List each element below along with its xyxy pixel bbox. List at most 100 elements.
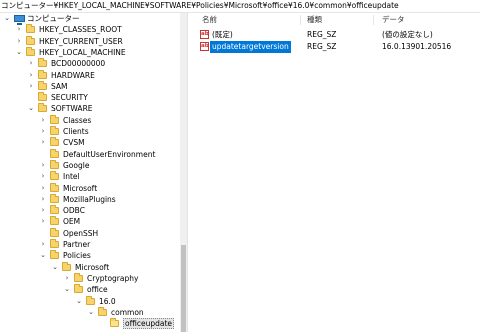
chevron-down-icon[interactable]: ⌄ bbox=[51, 262, 59, 273]
tree-node-label: 16.0 bbox=[99, 296, 116, 306]
folder-icon bbox=[50, 250, 59, 260]
chevron-right-icon[interactable]: › bbox=[39, 137, 47, 148]
tree-node[interactable]: ⌄ common bbox=[0, 306, 180, 318]
tree-node-label: HKEY_CURRENT_USER bbox=[39, 36, 123, 46]
chevron-down-icon[interactable]: ⌄ bbox=[87, 307, 95, 318]
chevron-right-icon[interactable]: › bbox=[27, 81, 35, 92]
pane-splitter[interactable] bbox=[187, 13, 197, 332]
address-path: コンピューター¥HKEY_LOCAL_MACHINE¥SOFTWARE¥Poli… bbox=[1, 1, 399, 10]
tree-node[interactable]: › CVSM bbox=[0, 137, 180, 148]
chevron-right-icon[interactable]: › bbox=[39, 183, 47, 194]
tree-node[interactable]: › Classes bbox=[0, 114, 180, 126]
tree-node[interactable]: › Intel bbox=[0, 171, 180, 182]
tree-node[interactable]: › HARDWARE bbox=[0, 69, 180, 81]
chevron-right-icon[interactable]: › bbox=[27, 70, 35, 81]
chevron-down-icon[interactable]: ⌄ bbox=[3, 13, 11, 24]
chevron-right-icon[interactable]: › bbox=[39, 126, 47, 137]
chevron-right-icon[interactable]: › bbox=[39, 194, 47, 205]
tree-node[interactable]: › Partner bbox=[0, 239, 180, 250]
address-bar[interactable]: コンピューター¥HKEY_LOCAL_MACHINE¥SOFTWARE¥Poli… bbox=[0, 0, 480, 13]
tree-node-label: officeupdate bbox=[123, 318, 175, 330]
string-value-icon: ab bbox=[200, 42, 209, 51]
chevron-right-icon[interactable]: › bbox=[63, 273, 71, 284]
registry-tree[interactable]: ⌄ コンピューター › HKEY_CLASSES_ROOT › HKEY_CURRENT_… bbox=[0, 13, 186, 332]
chevron-right-icon[interactable]: › bbox=[15, 36, 23, 47]
tree-node[interactable]: › SAM bbox=[0, 80, 180, 92]
tree-node[interactable]: ⌄ 16.0 bbox=[0, 295, 180, 307]
chevron-right-icon[interactable]: › bbox=[39, 115, 47, 126]
folder-icon bbox=[50, 137, 59, 147]
tree-node-label: Microsoft bbox=[63, 183, 98, 193]
folder-icon bbox=[50, 148, 59, 158]
tree-node[interactable]: › HKEY_CLASSES_ROOT bbox=[0, 24, 180, 35]
tree-node-label: HARDWARE bbox=[51, 70, 95, 80]
folder-icon bbox=[74, 272, 83, 282]
folder-icon bbox=[26, 24, 35, 34]
tree-node[interactable]: › Google bbox=[0, 159, 180, 171]
chevron-down-icon[interactable]: ⌄ bbox=[75, 296, 83, 307]
tree-node[interactable]: DefaultUserEnvironment bbox=[0, 148, 180, 160]
tree-node[interactable]: OpenSSH bbox=[0, 227, 180, 239]
tree-node-label: SOFTWARE bbox=[51, 104, 93, 114]
tree-node[interactable]: ⌄ コンピューター bbox=[0, 13, 180, 25]
chevron-right-icon[interactable]: › bbox=[15, 24, 23, 35]
tree-node[interactable]: › ODBC bbox=[0, 205, 180, 216]
column-header-name[interactable]: 名前 bbox=[202, 13, 217, 27]
tree-node[interactable]: ⌄ SOFTWARE bbox=[0, 103, 180, 114]
tree-node-label: MozillaPlugins bbox=[63, 194, 116, 204]
tree-node[interactable]: › BCD00000000 bbox=[0, 58, 180, 69]
tree-node-label: Classes bbox=[63, 115, 92, 125]
tree-node-label: Intel bbox=[63, 172, 80, 182]
value-row[interactable]: ab updatetargetversion REG_SZ 16.0.13901… bbox=[197, 41, 480, 53]
tree-node-label: CVSM bbox=[63, 138, 85, 148]
chevron-right-icon[interactable]: › bbox=[39, 205, 47, 216]
tree-node-label: OEM bbox=[63, 217, 81, 227]
chevron-right-icon[interactable]: › bbox=[27, 58, 35, 69]
chevron-right-icon[interactable]: › bbox=[39, 239, 47, 250]
folder-icon bbox=[26, 35, 35, 45]
folder-icon bbox=[26, 46, 35, 56]
tree-node[interactable]: › OEM bbox=[0, 216, 180, 227]
scrollbar-thumb[interactable] bbox=[181, 245, 186, 332]
tree-node[interactable]: ⌄ Policies bbox=[0, 250, 180, 261]
computer-icon bbox=[14, 15, 25, 25]
value-name: (既定) bbox=[212, 30, 233, 39]
tree-node-label: Cryptography bbox=[87, 273, 139, 283]
chevron-right-icon[interactable]: › bbox=[39, 160, 47, 171]
column-header-type[interactable]: 種類 bbox=[307, 13, 322, 27]
tree-node-label: BCD00000000 bbox=[51, 59, 106, 69]
column-header-data[interactable]: データ bbox=[382, 13, 405, 27]
values-list[interactable]: 名前 種類 データ ab (既定) REG_SZ (値の設定なし) ab upd… bbox=[197, 13, 480, 332]
tree-node[interactable]: › Cryptography bbox=[0, 272, 180, 284]
tree-node[interactable]: › Clients bbox=[0, 126, 180, 137]
folder-icon bbox=[38, 80, 47, 90]
chevron-down-icon[interactable]: ⌄ bbox=[63, 284, 71, 295]
value-type: REG_SZ bbox=[307, 42, 337, 51]
tree-node[interactable]: ⌄ office bbox=[0, 284, 180, 295]
column-divider[interactable] bbox=[300, 15, 301, 25]
tree-node[interactable]: › HKEY_CURRENT_USER bbox=[0, 35, 180, 47]
tree-node-label: common bbox=[111, 307, 144, 317]
chevron-down-icon[interactable]: ⌄ bbox=[39, 250, 47, 261]
chevron-right-icon[interactable]: › bbox=[39, 171, 47, 182]
value-name: updatetargetversion bbox=[210, 41, 291, 53]
value-row[interactable]: ab (既定) REG_SZ (値の設定なし) bbox=[197, 29, 480, 41]
tree-node-label: Policies bbox=[63, 251, 91, 261]
tree-node[interactable]: › MozillaPlugins bbox=[0, 193, 180, 205]
tree-node[interactable]: ⌄ Microsoft bbox=[0, 261, 180, 273]
tree-node[interactable]: › Microsoft bbox=[0, 182, 180, 194]
value-data: (値の設定なし) bbox=[382, 30, 433, 39]
string-value-icon: ab bbox=[200, 30, 209, 39]
tree-node-label: HKEY_CLASSES_ROOT bbox=[39, 25, 122, 35]
folder-icon bbox=[50, 205, 59, 215]
chevron-down-icon[interactable]: ⌄ bbox=[15, 47, 23, 58]
tree-node-label: office bbox=[87, 285, 108, 295]
column-divider[interactable] bbox=[373, 15, 374, 25]
tree-node[interactable]: ⌄ HKEY_LOCAL_MACHINE bbox=[0, 46, 180, 58]
tree-vertical-scrollbar[interactable] bbox=[180, 13, 187, 332]
folder-icon bbox=[50, 171, 59, 181]
chevron-right-icon[interactable]: › bbox=[39, 216, 47, 227]
chevron-down-icon[interactable]: ⌄ bbox=[27, 103, 35, 114]
tree-node[interactable]: officeupdate bbox=[0, 318, 180, 330]
tree-node[interactable]: SECURITY bbox=[0, 92, 180, 103]
